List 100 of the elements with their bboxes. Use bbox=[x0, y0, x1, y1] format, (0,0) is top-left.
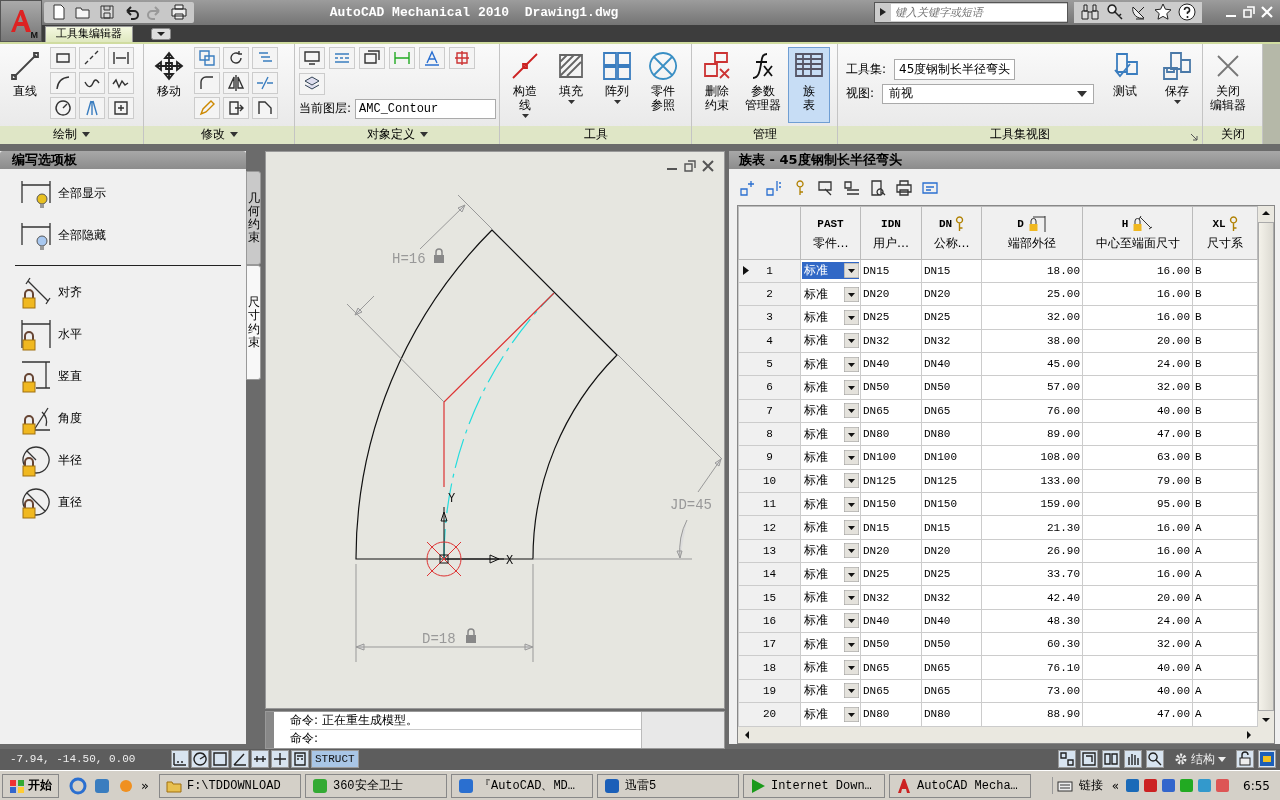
row-header[interactable]: 10 bbox=[738, 469, 801, 493]
model-view-icon[interactable] bbox=[1058, 750, 1076, 769]
row-header[interactable]: 20 bbox=[738, 702, 801, 727]
palette-item[interactable]: 半径 bbox=[20, 443, 82, 478]
panel-title[interactable]: 修改 bbox=[144, 125, 294, 144]
palette-item[interactable]: 全部隐藏 bbox=[20, 218, 106, 253]
palette-item[interactable]: 水平 bbox=[20, 317, 82, 352]
snap-grid-icon[interactable] bbox=[171, 750, 189, 769]
row-header[interactable]: 12 bbox=[738, 515, 801, 540]
taskbar-button[interactable]: F:\TDDOWNLOAD bbox=[158, 773, 301, 798]
padlock-icon[interactable] bbox=[1236, 750, 1254, 769]
row-header[interactable]: 6 bbox=[738, 375, 801, 400]
rectangle-button[interactable] bbox=[50, 46, 76, 69]
palette-item[interactable]: 直径 bbox=[20, 485, 82, 520]
palette-item[interactable]: 对齐 bbox=[20, 275, 82, 310]
help-icon[interactable] bbox=[1178, 3, 1196, 22]
monitor-button[interactable] bbox=[299, 46, 325, 69]
calculator-icon[interactable] bbox=[291, 750, 309, 769]
dropdown-icon[interactable] bbox=[151, 27, 171, 40]
toolset-name-field[interactable]: 45度钢制长半径弯头 bbox=[894, 58, 1016, 80]
tray-icon[interactable] bbox=[1125, 778, 1141, 794]
polar-icon[interactable] bbox=[191, 750, 209, 769]
layout-view-icon[interactable] bbox=[1080, 750, 1098, 769]
zoom-magnifier-icon[interactable] bbox=[1146, 750, 1164, 769]
row-header[interactable]: 16 bbox=[738, 609, 801, 633]
underlined-letter-button[interactable] bbox=[419, 46, 445, 69]
insert-column-icon[interactable] bbox=[765, 178, 783, 197]
arc-button[interactable] bbox=[50, 71, 76, 94]
part-type-dropdown[interactable]: 标准 bbox=[802, 262, 859, 280]
angle-icon[interactable] bbox=[231, 750, 249, 769]
panel-title[interactable]: 对象定义 bbox=[295, 125, 499, 144]
clean-screen-icon[interactable] bbox=[1258, 750, 1276, 769]
large-x-button[interactable]: 关闭 编辑器 bbox=[1207, 46, 1249, 123]
row-header[interactable]: 15 bbox=[738, 585, 801, 610]
list-view-icon[interactable] bbox=[843, 178, 861, 197]
row-header[interactable]: 11 bbox=[738, 492, 801, 516]
blocks-floppy-button[interactable]: 保存 bbox=[1156, 46, 1198, 123]
line-button[interactable]: 直线 bbox=[4, 46, 46, 123]
save-icon[interactable] bbox=[98, 3, 116, 22]
crosshair-button[interactable] bbox=[449, 46, 475, 69]
curve-button[interactable] bbox=[79, 71, 105, 94]
grid-squares-button[interactable]: 阵列 bbox=[596, 46, 638, 123]
command-input[interactable]: 命令: bbox=[290, 728, 641, 747]
row-header[interactable]: 8 bbox=[738, 422, 801, 446]
table-grid-button[interactable]: 族 表 bbox=[788, 46, 830, 123]
row-header[interactable]: 13 bbox=[738, 539, 801, 563]
row-header[interactable]: 9 bbox=[738, 445, 801, 470]
copy-button[interactable] bbox=[194, 46, 220, 69]
row-header[interactable]: 1 bbox=[738, 259, 801, 283]
star-icon[interactable] bbox=[1154, 3, 1172, 22]
diagonal-line-button[interactable]: 构造 线 bbox=[504, 46, 546, 123]
rotate-button[interactable] bbox=[223, 46, 249, 69]
square-frame-icon[interactable] bbox=[211, 750, 229, 769]
close-icon[interactable] bbox=[702, 159, 714, 172]
function-icon-shape-button[interactable]: 参数 管理器 bbox=[742, 46, 784, 123]
app-icon[interactable] bbox=[93, 776, 111, 795]
print-icon[interactable] bbox=[170, 3, 188, 22]
zigzag-button[interactable] bbox=[108, 71, 134, 94]
start-button[interactable]: 开始 bbox=[2, 773, 59, 798]
taskbar-button[interactable]: 360安全卫士 bbox=[304, 773, 447, 798]
scrollbar[interactable] bbox=[641, 711, 724, 748]
ribbon-tab[interactable]: 工具集编辑器 bbox=[45, 25, 133, 42]
panel-title[interactable]: 管理 bbox=[692, 125, 837, 144]
column-header[interactable]: IDN 用户… bbox=[860, 206, 922, 260]
four-arrows-button[interactable]: 移动 bbox=[148, 46, 190, 123]
more-button[interactable]: » bbox=[141, 778, 149, 794]
layers-button[interactable] bbox=[299, 72, 325, 95]
taskbar-button[interactable]: 迅雷5 bbox=[596, 773, 739, 798]
row-header[interactable]: 17 bbox=[738, 632, 801, 656]
tray-expand-button[interactable]: « bbox=[1108, 778, 1123, 793]
side-tab[interactable]: 几何约束 bbox=[246, 170, 261, 266]
column-header[interactable]: H 中心至端面尺寸 bbox=[1082, 206, 1193, 260]
insert-row-icon[interactable] bbox=[739, 178, 757, 197]
binoculars-icon[interactable] bbox=[1080, 3, 1100, 22]
column-header[interactable]: XL 尺寸系 bbox=[1192, 206, 1258, 260]
dialog-launcher-icon[interactable] bbox=[1191, 133, 1198, 141]
mirror-lines-button[interactable] bbox=[79, 96, 105, 119]
search-field[interactable]: 键入关键字或短语 bbox=[874, 1, 1068, 23]
application-menu-button[interactable]: M bbox=[0, 0, 42, 42]
palette-item[interactable]: 角度 bbox=[20, 401, 82, 436]
hatched-square-button[interactable]: 填充 bbox=[550, 46, 592, 123]
key-icon[interactable] bbox=[1106, 3, 1124, 22]
layer-field[interactable]: AMC_Contour bbox=[355, 98, 497, 119]
chamfer-button[interactable] bbox=[252, 96, 278, 119]
tray-icon[interactable] bbox=[1143, 778, 1159, 794]
print-icon[interactable] bbox=[895, 178, 913, 197]
stretch-button[interactable] bbox=[223, 96, 249, 119]
aligned-text-button[interactable] bbox=[108, 46, 134, 69]
circle-button[interactable] bbox=[50, 96, 76, 119]
restore-icon[interactable] bbox=[684, 159, 696, 172]
taskbar-button[interactable]: Internet Down… bbox=[742, 773, 885, 798]
column-header[interactable]: DN 公称… bbox=[921, 206, 982, 260]
tray-icon[interactable] bbox=[1215, 778, 1231, 794]
column-header[interactable]: D 端部外径 bbox=[981, 206, 1083, 260]
dimension-marker-icon[interactable] bbox=[251, 750, 269, 769]
row-header[interactable]: 14 bbox=[738, 562, 801, 586]
split-view-icon[interactable] bbox=[1102, 750, 1120, 769]
find-replace-icon[interactable] bbox=[817, 178, 835, 197]
panel-title[interactable]: 工具集视图 bbox=[838, 125, 1202, 144]
taskbar-button[interactable]: 『AutoCAD、MD… bbox=[450, 773, 593, 798]
